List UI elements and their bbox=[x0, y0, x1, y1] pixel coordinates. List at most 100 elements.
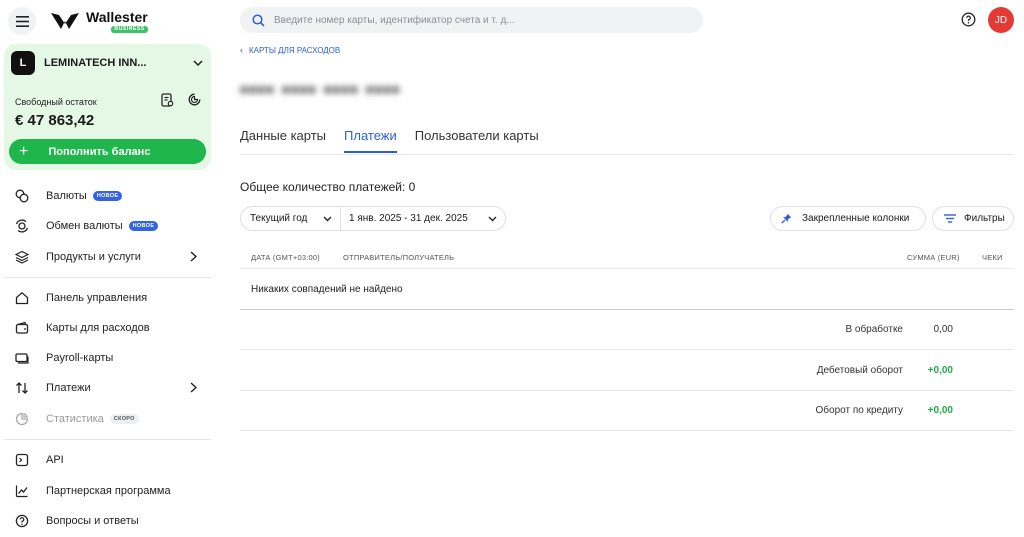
date-range-value: 1 янв. 2025 - 31 дек. 2025 bbox=[349, 213, 468, 224]
sidebar-divider bbox=[4, 439, 211, 440]
table-divider bbox=[240, 309, 1014, 310]
summary-debit-value: +0,00 bbox=[927, 365, 953, 376]
table-header-divider bbox=[240, 268, 1014, 269]
sidebar: Wallester BUSINESS L LEMINATECH INN... С… bbox=[0, 0, 220, 537]
account-card: L LEMINATECH INN... Свободный остаток € … bbox=[4, 44, 211, 170]
account-name: LEMINATECH INN... bbox=[44, 57, 147, 69]
sidebar-item-label: Payroll-карты bbox=[46, 352, 114, 364]
brand-logo[interactable]: Wallester BUSINESS bbox=[50, 10, 148, 33]
sidebar-item-label: Вопросы и ответы bbox=[46, 515, 139, 527]
sidebar-item-payments[interactable]: Платежи bbox=[0, 376, 211, 400]
new-badge: НОВОЕ bbox=[92, 191, 123, 201]
plus-icon: + bbox=[19, 142, 29, 160]
cards-icon bbox=[15, 351, 29, 365]
wallester-logo-icon bbox=[51, 13, 79, 29]
sidebar-item-label: Панель управления bbox=[46, 292, 148, 304]
sidebar-item-faq[interactable]: Вопросы и ответы bbox=[0, 509, 211, 533]
sidebar-item-products[interactable]: Продукты и услуги bbox=[0, 245, 211, 269]
exchange-icon bbox=[15, 219, 29, 233]
date-filter-group: Текущий год 1 янв. 2025 - 31 дек. 2025 bbox=[240, 206, 506, 231]
sidebar-item-label: Платежи bbox=[46, 382, 91, 394]
column-header-receipts[interactable]: ЧЕКИ bbox=[982, 253, 1003, 262]
help-circle-icon bbox=[961, 12, 976, 27]
top-up-label: Пополнить баланс bbox=[48, 145, 151, 158]
filter-icon bbox=[944, 214, 956, 223]
layers-icon bbox=[15, 250, 29, 264]
stats-icon bbox=[15, 412, 29, 426]
question-icon bbox=[15, 514, 29, 528]
empty-state-text: Никаких совпадений не найдено bbox=[251, 284, 403, 295]
period-select[interactable]: Текущий год bbox=[241, 207, 341, 230]
chevron-left-icon: ‹ bbox=[240, 45, 243, 55]
summary-processing-value: 0,00 bbox=[933, 324, 953, 335]
wallet-icon bbox=[15, 321, 29, 335]
hamburger-menu-button[interactable] bbox=[8, 7, 36, 35]
sidebar-item-api[interactable]: API bbox=[0, 448, 211, 472]
card-number-title: •••• •••• •••• •••• bbox=[240, 77, 401, 102]
pinned-columns-button[interactable]: Закрепленные колонки bbox=[770, 206, 926, 231]
statement-icon[interactable] bbox=[161, 93, 174, 107]
sidebar-item-label: Статистика bbox=[46, 413, 104, 425]
analytics-icon[interactable] bbox=[188, 93, 201, 106]
user-avatar[interactable]: JD bbox=[988, 7, 1014, 33]
sidebar-item-label: Партнерская программа bbox=[46, 485, 171, 497]
sidebar-item-label: Карты для расходов bbox=[46, 322, 150, 334]
brand-name: Wallester bbox=[86, 8, 148, 25]
brand-badge: BUSINESS bbox=[111, 25, 148, 33]
card-tabs: Данные карты Платежи Пользователи карты bbox=[240, 128, 557, 153]
period-select-value: Текущий год bbox=[250, 213, 308, 224]
new-badge: НОВОЕ bbox=[128, 221, 159, 231]
sidebar-item-cards[interactable]: Карты для расходов bbox=[0, 316, 211, 340]
column-header-party[interactable]: ОТПРАВИТЕЛЬ/ПОЛУЧАТЕЛЬ bbox=[343, 253, 454, 262]
sidebar-item-label: Валюты bbox=[46, 190, 87, 202]
sidebar-item-currencies[interactable]: Валюты НОВОЕ bbox=[0, 184, 211, 208]
account-avatar: L bbox=[11, 51, 35, 75]
filters-label: Фильтры bbox=[964, 213, 1005, 224]
sidebar-item-label: API bbox=[46, 454, 64, 466]
breadcrumb-link[interactable]: КАРТЫ ДЛЯ РАСХОДОВ bbox=[249, 46, 340, 55]
chevron-right-icon bbox=[190, 382, 197, 393]
chevron-down-icon bbox=[323, 216, 332, 221]
summary-divider bbox=[240, 349, 1014, 350]
sidebar-item-payroll[interactable]: Payroll-карты bbox=[0, 346, 211, 370]
tab-card-data[interactable]: Данные карты bbox=[240, 128, 326, 153]
column-header-amount[interactable]: СУММА (EUR) bbox=[907, 253, 960, 262]
account-switcher[interactable]: L LEMINATECH INN... bbox=[11, 51, 203, 75]
chevron-down-icon bbox=[488, 216, 497, 221]
help-button[interactable] bbox=[961, 12, 976, 30]
date-range-picker[interactable]: 1 янв. 2025 - 31 дек. 2025 bbox=[341, 207, 505, 230]
sidebar-header: Wallester BUSINESS bbox=[8, 6, 148, 36]
coins-icon bbox=[15, 189, 29, 203]
chevron-down-icon bbox=[193, 60, 203, 66]
sidebar-divider bbox=[4, 277, 211, 278]
chevron-right-icon bbox=[190, 251, 197, 262]
top-up-button[interactable]: + Пополнить баланс bbox=[9, 139, 206, 164]
search-icon bbox=[252, 13, 265, 27]
tab-card-users[interactable]: Пользователи карты bbox=[415, 128, 539, 153]
chart-up-icon bbox=[15, 484, 29, 498]
column-header-date[interactable]: ДАТА (GMT+03:00) bbox=[251, 253, 320, 262]
pin-icon bbox=[781, 213, 792, 224]
sidebar-item-dashboard[interactable]: Панель управления bbox=[0, 286, 211, 310]
sidebar-item-label: Обмен валюты bbox=[46, 220, 123, 232]
sidebar-item-label: Продукты и услуги bbox=[46, 251, 141, 263]
search-input[interactable] bbox=[274, 14, 694, 26]
sidebar-item-partner[interactable]: Партнерская программа bbox=[0, 479, 211, 503]
summary-divider bbox=[240, 430, 1014, 431]
summary-credit-value: +0,00 bbox=[927, 405, 953, 416]
tabs-divider bbox=[240, 154, 1014, 155]
sidebar-item-exchange[interactable]: Обмен валюты НОВОЕ bbox=[0, 214, 211, 238]
breadcrumb[interactable]: ‹ КАРТЫ ДЛЯ РАСХОДОВ bbox=[240, 45, 340, 55]
home-icon bbox=[15, 291, 29, 305]
hamburger-icon bbox=[15, 15, 29, 27]
balance-amount: € 47 863,42 bbox=[15, 112, 95, 129]
tab-payments[interactable]: Платежи bbox=[344, 128, 397, 153]
arrows-updown-icon bbox=[15, 381, 29, 395]
global-search bbox=[240, 7, 703, 33]
filters-button[interactable]: Фильтры bbox=[932, 206, 1014, 231]
pinned-columns-label: Закрепленные колонки bbox=[802, 213, 910, 224]
payments-total: Общее количество платежей: 0 bbox=[240, 180, 416, 194]
summary-debit-label: Дебетовый оборот bbox=[816, 365, 903, 376]
balance-label: Свободный остаток bbox=[15, 97, 97, 107]
sidebar-item-stats: Статистика СКОРО bbox=[0, 407, 211, 431]
